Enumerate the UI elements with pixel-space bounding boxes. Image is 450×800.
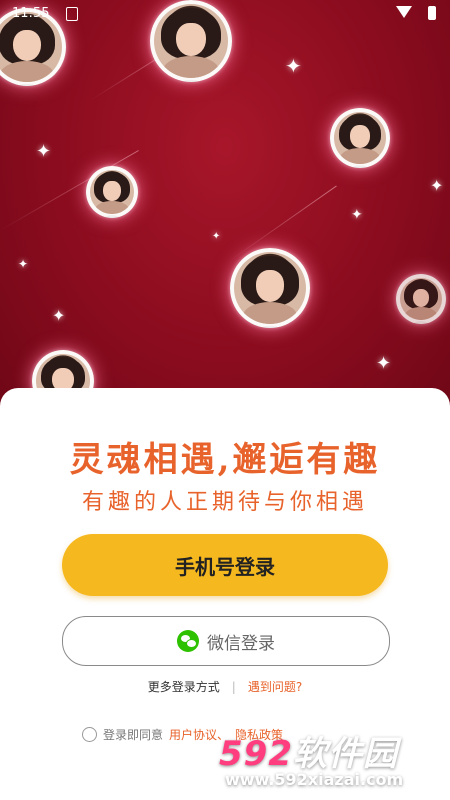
- phone-login-button[interactable]: 手机号登录: [62, 534, 388, 596]
- profile-avatar[interactable]: [396, 274, 446, 324]
- wechat-icon: [177, 630, 199, 652]
- sparkle-icon: ✦: [285, 54, 302, 78]
- profile-avatar[interactable]: [230, 248, 310, 328]
- watermark-number: 592: [219, 734, 293, 774]
- sparkle-icon: ✦: [18, 257, 29, 271]
- wechat-login-button[interactable]: 微信登录: [62, 616, 390, 666]
- radio-icon[interactable]: [82, 727, 97, 742]
- wifi-icon: [396, 6, 412, 18]
- profile-avatar[interactable]: [86, 166, 138, 218]
- sparkle-icon: ✦: [52, 306, 66, 325]
- sparkle-icon: ✦: [376, 353, 392, 374]
- sparkle-icon: ✦: [212, 231, 221, 242]
- sim-icon: [66, 7, 78, 21]
- agreement-prefix: 登录即同意: [103, 728, 164, 742]
- status-time: 11:55: [12, 6, 50, 21]
- watermark-url: www.592xiazai.com: [225, 770, 404, 789]
- watermark-text: 软件园: [292, 734, 398, 774]
- watermark: 592软件园 www.592xiazai.com: [215, 712, 450, 800]
- wechat-login-label: 微信登录: [207, 633, 275, 654]
- headline: 灵魂相遇,邂逅有趣: [69, 440, 381, 480]
- sparkle-icon: ✦: [36, 141, 52, 162]
- profile-avatar[interactable]: [330, 108, 390, 168]
- battery-icon: [428, 6, 436, 20]
- hero-background: ✦ ✦ ✦ ✦ ✦ ✦ ✦ ✦: [0, 0, 450, 420]
- watermark-brand: 592软件园: [219, 726, 398, 775]
- sparkle-icon: ✦: [430, 176, 444, 195]
- status-bar: 11:55: [0, 0, 450, 28]
- login-links: 更多登录方式 | 遇到问题?: [0, 678, 450, 695]
- sparkle-icon: ✦: [351, 207, 363, 223]
- link-divider: |: [231, 680, 236, 694]
- subheadline: 有趣的人正期待与你相遇: [81, 490, 368, 515]
- problem-link[interactable]: 遇到问题?: [248, 680, 302, 694]
- more-login-link[interactable]: 更多登录方式: [148, 680, 220, 694]
